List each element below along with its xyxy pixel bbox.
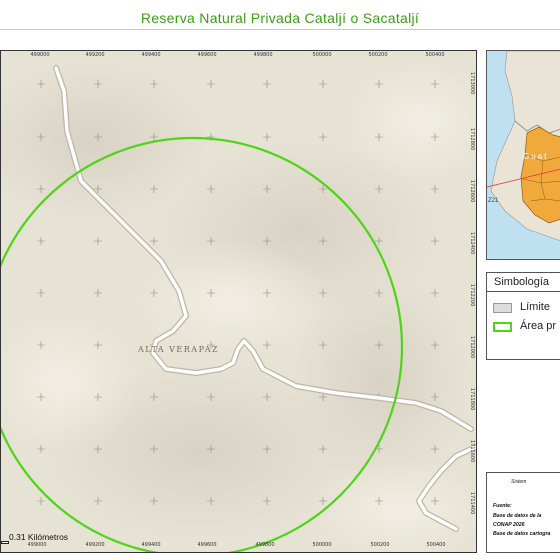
- easting-label: 499800: [255, 542, 275, 548]
- easting-label: 500200: [370, 542, 390, 548]
- region-label: ALTA VERAPAZ: [138, 345, 220, 354]
- easting-label: 500000: [312, 542, 332, 548]
- easting-label: 499400: [141, 52, 161, 58]
- legend: Simbología Límite Área pr: [486, 272, 560, 360]
- northing-label: 1713000: [469, 72, 475, 95]
- zone-label: Z21: [488, 198, 499, 204]
- easting-label: 500400: [426, 542, 446, 548]
- legend-title: Simbología: [494, 276, 550, 288]
- northing-label: 1712400: [469, 232, 475, 255]
- main-map[interactable]: ALTA VERAPAZ 0.31 Kilómetros: [0, 50, 477, 553]
- easting-label: 499400: [141, 542, 161, 548]
- grid-cross: [263, 80, 271, 88]
- easting-label: 499800: [253, 52, 273, 58]
- northing-label: 1711800: [469, 388, 475, 411]
- grid-cross: [94, 237, 102, 245]
- grid-cross: [207, 80, 215, 88]
- easting-label: 499600: [197, 542, 217, 548]
- easting-label: 500200: [368, 52, 388, 58]
- northing-label: 1712800: [469, 128, 475, 151]
- northing-label: 1711600: [469, 440, 475, 463]
- map-canvas: [1, 61, 476, 552]
- grid-cross: [150, 237, 158, 245]
- grid-cross: [319, 80, 327, 88]
- easting-label: 499200: [85, 542, 105, 548]
- easting-label: 499000: [30, 52, 50, 58]
- grid-cross: [94, 289, 102, 297]
- legend-divider: [487, 291, 560, 292]
- northing-label: 1712200: [469, 284, 475, 307]
- easting-label: 499000: [27, 542, 47, 548]
- legend-label: Área pr: [520, 320, 557, 332]
- grid-cross: [431, 185, 439, 193]
- locator-map[interactable]: Guat Z21: [486, 50, 560, 260]
- easting-label: 500000: [312, 52, 332, 58]
- source-line: Base de datos cartogra: [493, 531, 551, 537]
- source-line: Base de datos de la: [493, 513, 542, 519]
- northing-label: 1712600: [469, 180, 475, 203]
- grid-cross: [37, 237, 45, 245]
- northing-label: 1712000: [469, 336, 475, 359]
- hillshade: [1, 61, 476, 552]
- map-title: Reserva Natural Privada Cataljí o Sacata…: [140, 10, 420, 26]
- source-line: CONAP 2026: [493, 522, 525, 528]
- easting-label: 500400: [425, 52, 445, 58]
- scale-bar-graphic: [1, 541, 9, 544]
- grid-cross: [319, 133, 327, 141]
- title-divider: [0, 29, 560, 30]
- legend-swatch-area: [493, 322, 512, 332]
- legend-label: Límite: [520, 301, 550, 313]
- system-note: Sistem: [511, 479, 527, 485]
- grid-cross: [37, 497, 45, 505]
- northing-label: 1711400: [469, 492, 475, 515]
- grid-cross: [263, 133, 271, 141]
- grid-cross: [37, 289, 45, 297]
- scale-label: 0.31 Kilómetros: [9, 532, 69, 542]
- country-label: Guat: [523, 152, 549, 161]
- easting-label: 499200: [85, 52, 105, 58]
- easting-label: 499600: [197, 52, 217, 58]
- source-heading: Fuente:: [493, 503, 512, 509]
- source-panel: Sistem Fuente: Base de datos de la CONAP…: [486, 472, 560, 553]
- legend-swatch-limite: [493, 303, 512, 313]
